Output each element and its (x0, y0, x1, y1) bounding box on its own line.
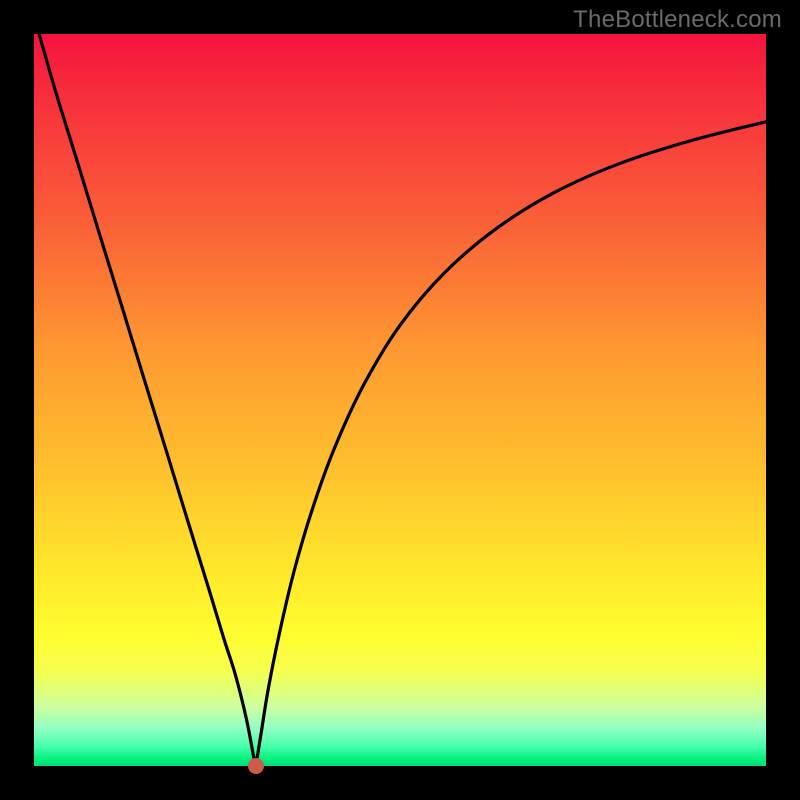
curve-left-branch (39, 34, 256, 766)
minimum-marker (248, 758, 264, 774)
bottleneck-curve (34, 34, 766, 766)
curve-right-branch (256, 122, 766, 766)
watermark-text: TheBottleneck.com (573, 6, 782, 34)
chart-frame: TheBottleneck.com (0, 0, 800, 800)
plot-area (34, 34, 766, 766)
